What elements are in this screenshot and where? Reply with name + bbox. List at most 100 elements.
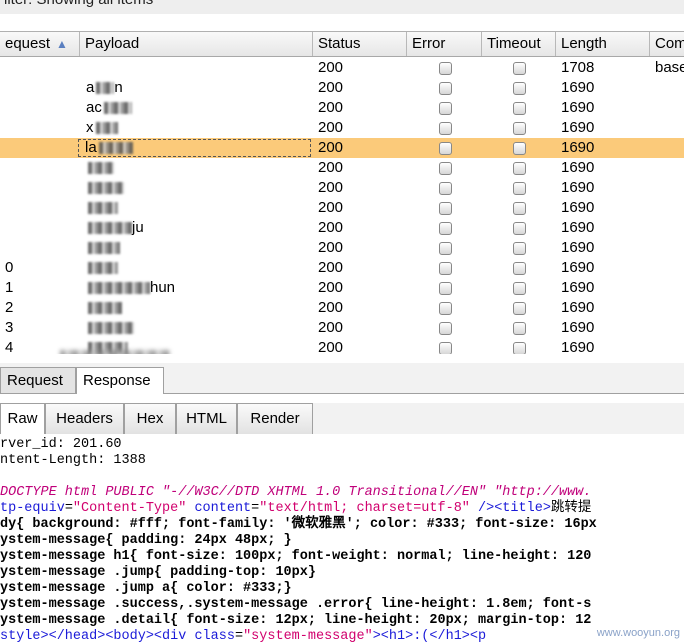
table-row[interactable]: ju 200 1690 <box>0 218 684 238</box>
error-checkbox[interactable] <box>438 62 452 75</box>
cell-payload <box>80 318 313 338</box>
error-checkbox[interactable] <box>438 222 452 235</box>
response-line: ystem-message{ padding: 24px 48px; } <box>0 533 292 548</box>
tab-hex[interactable]: Hex <box>124 403 176 434</box>
timeout-checkbox[interactable] <box>513 342 526 354</box>
tab-request[interactable]: Request <box>0 367 76 393</box>
timeout-checkbox[interactable] <box>513 322 526 335</box>
tab-html[interactable]: HTML <box>176 403 237 434</box>
response-line: ystem-message .detail{ font-size: 12px; … <box>0 613 592 628</box>
cell-payload <box>80 258 313 278</box>
column-header-error[interactable]: Error <box>407 32 482 56</box>
error-checkbox[interactable] <box>438 122 452 135</box>
redaction-blur <box>88 182 124 195</box>
error-checkbox[interactable] <box>438 142 452 155</box>
cell-payload <box>80 178 313 198</box>
tab-render[interactable]: Render <box>237 403 313 434</box>
cell-length: 1690 <box>561 79 595 96</box>
column-header-payload[interactable]: Payload <box>80 32 313 56</box>
response-line: ystem-message h1{ font-size: 100px; font… <box>0 549 592 564</box>
cell-comment: base <box>655 59 684 76</box>
redaction-blur <box>60 350 170 354</box>
table-row[interactable]: 200 1708 base <box>0 58 684 78</box>
cell-length: 1690 <box>561 279 595 296</box>
timeout-checkbox[interactable] <box>513 222 526 235</box>
table-header: equest ▲ Payload Status Error Timeout Len… <box>0 32 684 57</box>
error-checkbox[interactable] <box>438 242 452 255</box>
cell-request <box>0 158 80 178</box>
sort-ascending-icon: ▲ <box>56 37 68 51</box>
timeout-checkbox[interactable] <box>513 162 526 175</box>
cell-comment <box>650 78 684 98</box>
cell-request: 0 <box>5 259 14 276</box>
error-checkbox[interactable] <box>438 82 452 95</box>
table-row[interactable]: a n 200 1690 <box>0 78 684 98</box>
table-row[interactable]: ac 200 1690 <box>0 98 684 118</box>
cell-request: 3 <box>5 319 14 336</box>
table-row[interactable]: 200 1690 <box>0 158 684 178</box>
timeout-checkbox[interactable] <box>513 202 526 215</box>
request-response-tabs: Request Response <box>0 363 684 394</box>
timeout-checkbox[interactable] <box>513 302 526 315</box>
error-checkbox[interactable] <box>438 262 452 275</box>
cell-payload: ac <box>80 98 313 118</box>
timeout-checkbox[interactable] <box>513 142 526 155</box>
cell-comment <box>650 138 684 158</box>
table-row[interactable]: la 200 1690 <box>0 138 684 158</box>
error-checkbox[interactable] <box>438 182 452 195</box>
response-line: ystem-message .success,.system-message .… <box>0 597 592 612</box>
error-checkbox[interactable] <box>438 282 452 295</box>
response-line: ntent-Length: 1388 <box>0 453 146 468</box>
response-line: tp-equiv="Content-Type" content="text/ht… <box>0 501 592 516</box>
tab-raw[interactable]: Raw <box>0 403 45 434</box>
column-header-request[interactable]: equest ▲ <box>0 32 80 56</box>
column-header-comment[interactable]: Com <box>650 32 684 56</box>
results-table[interactable]: equest ▲ Payload Status Error Timeout Len… <box>0 31 684 354</box>
timeout-checkbox[interactable] <box>513 62 526 75</box>
filter-text: ilter: Showing all items <box>4 0 153 8</box>
error-checkbox[interactable] <box>438 322 452 335</box>
tab-response[interactable]: Response <box>76 367 164 394</box>
response-raw-editor[interactable]: rver_id: 201.60 ntent-Length: 1388 DOCTY… <box>0 434 684 643</box>
table-row[interactable]: x 200 1690 <box>0 118 684 138</box>
error-checkbox[interactable] <box>438 102 452 115</box>
cell-comment <box>650 118 684 138</box>
column-header-status[interactable]: Status <box>313 32 407 56</box>
error-checkbox[interactable] <box>438 202 452 215</box>
error-checkbox[interactable] <box>438 162 452 175</box>
error-checkbox[interactable] <box>438 342 452 354</box>
timeout-checkbox[interactable] <box>513 122 526 135</box>
cell-request <box>0 218 80 238</box>
table-row[interactable]: 3 200 1690 <box>0 318 684 338</box>
error-checkbox[interactable] <box>438 302 452 315</box>
table-row[interactable]: 200 1690 <box>0 198 684 218</box>
cell-status: 200 <box>318 219 344 236</box>
cell-length: 1690 <box>561 299 595 316</box>
redaction-blur <box>88 202 118 215</box>
timeout-checkbox[interactable] <box>513 242 526 255</box>
cell-status: 200 <box>318 339 344 354</box>
cell-length: 1690 <box>561 259 595 276</box>
column-header-timeout[interactable]: Timeout <box>482 32 556 56</box>
timeout-checkbox[interactable] <box>513 182 526 195</box>
cell-status: 200 <box>318 279 344 296</box>
timeout-checkbox[interactable] <box>513 282 526 295</box>
table-row[interactable]: 0 200 1690 <box>0 258 684 278</box>
filter-bar[interactable]: ilter: Showing all items <box>0 0 684 14</box>
cell-request <box>0 78 80 98</box>
table-row[interactable]: 200 1690 <box>0 238 684 258</box>
tab-headers[interactable]: Headers <box>45 403 124 434</box>
cell-length: 1690 <box>561 139 595 156</box>
cell-payload: x <box>80 118 313 138</box>
table-row[interactable]: 2 200 1690 <box>0 298 684 318</box>
cell-length: 1690 <box>561 99 595 116</box>
column-header-length[interactable]: Length <box>556 32 650 56</box>
cell-status: 200 <box>318 199 344 216</box>
cell-comment <box>650 158 684 178</box>
timeout-checkbox[interactable] <box>513 262 526 275</box>
table-row[interactable]: 200 1690 <box>0 178 684 198</box>
cell-payload: an <box>86 79 123 96</box>
timeout-checkbox[interactable] <box>513 82 526 95</box>
timeout-checkbox[interactable] <box>513 102 526 115</box>
table-row[interactable]: 1 hun 200 1690 <box>0 278 684 298</box>
